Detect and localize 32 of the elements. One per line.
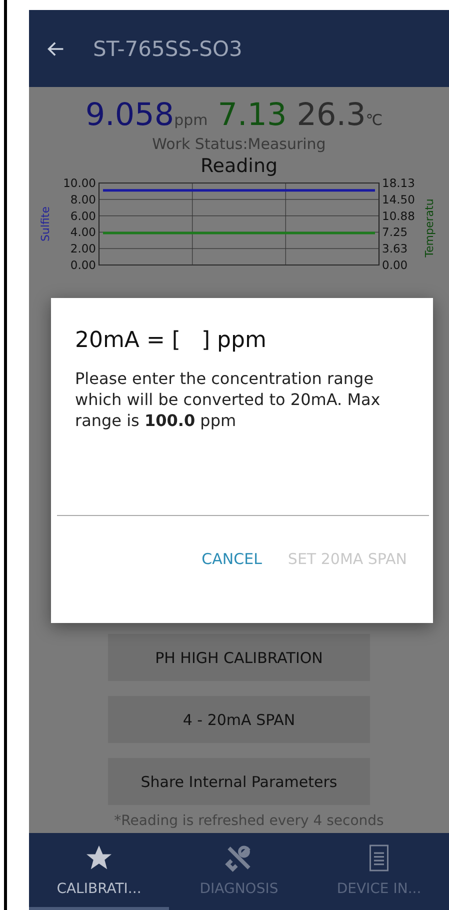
axis-tick-label: 0.00 — [382, 258, 408, 272]
work-status: Work Status:Measuring — [152, 135, 326, 153]
nav-tab[interactable]: DEVICE IN... — [309, 833, 449, 910]
axis-tick-label: 7.25 — [382, 225, 408, 240]
axis-tick-label: 18.13 — [382, 177, 415, 190]
action-button[interactable]: Share Internal Parameters — [108, 758, 370, 805]
temperature-reading: 26.3 — [296, 97, 366, 133]
axis-tick-label: 10.88 — [382, 208, 415, 223]
axis-label: Temperatu — [423, 198, 436, 258]
chart-title: Reading — [200, 155, 278, 177]
axis-tick-label: 4.00 — [70, 225, 96, 240]
axis-tick-label: 6.00 — [70, 208, 96, 223]
app-title: ST-765SS-SO3 — [93, 36, 242, 60]
axis-tick-label: 0.00 — [70, 258, 96, 272]
action-button[interactable]: PH HIGH CALIBRATION — [108, 634, 370, 681]
dialog-message: Please enter the concentration range which will be converted to 20mA. Max range is 100.0 ppm — [75, 369, 382, 432]
back-arrow-icon[interactable] — [47, 40, 65, 58]
axis-label: Sulfite — [39, 206, 52, 242]
nav-tab[interactable]: DIAGNOSIS — [169, 833, 309, 910]
axis-tick-label: 14.50 — [382, 192, 415, 206]
action-button[interactable]: 4 - 20mA SPAN — [108, 696, 370, 743]
unit-label: ppm — [174, 111, 208, 129]
axis-tick-label: 8.00 — [70, 192, 96, 206]
dialog-button[interactable]: CANCEL — [198, 542, 266, 576]
axis-tick-label: 10.00 — [63, 177, 96, 190]
ph-reading: 7.13 — [218, 97, 287, 133]
nav-tab[interactable]: CALIBRATI... — [29, 833, 169, 910]
unit-label: ℃ — [366, 111, 383, 129]
dialog-title: 20mA = [ ] ppm — [75, 328, 268, 353]
sulfite-reading: 9.058 — [85, 97, 174, 133]
axis-tick-label: 2.00 — [70, 242, 96, 256]
axis-tick-label: 3.63 — [382, 242, 408, 256]
